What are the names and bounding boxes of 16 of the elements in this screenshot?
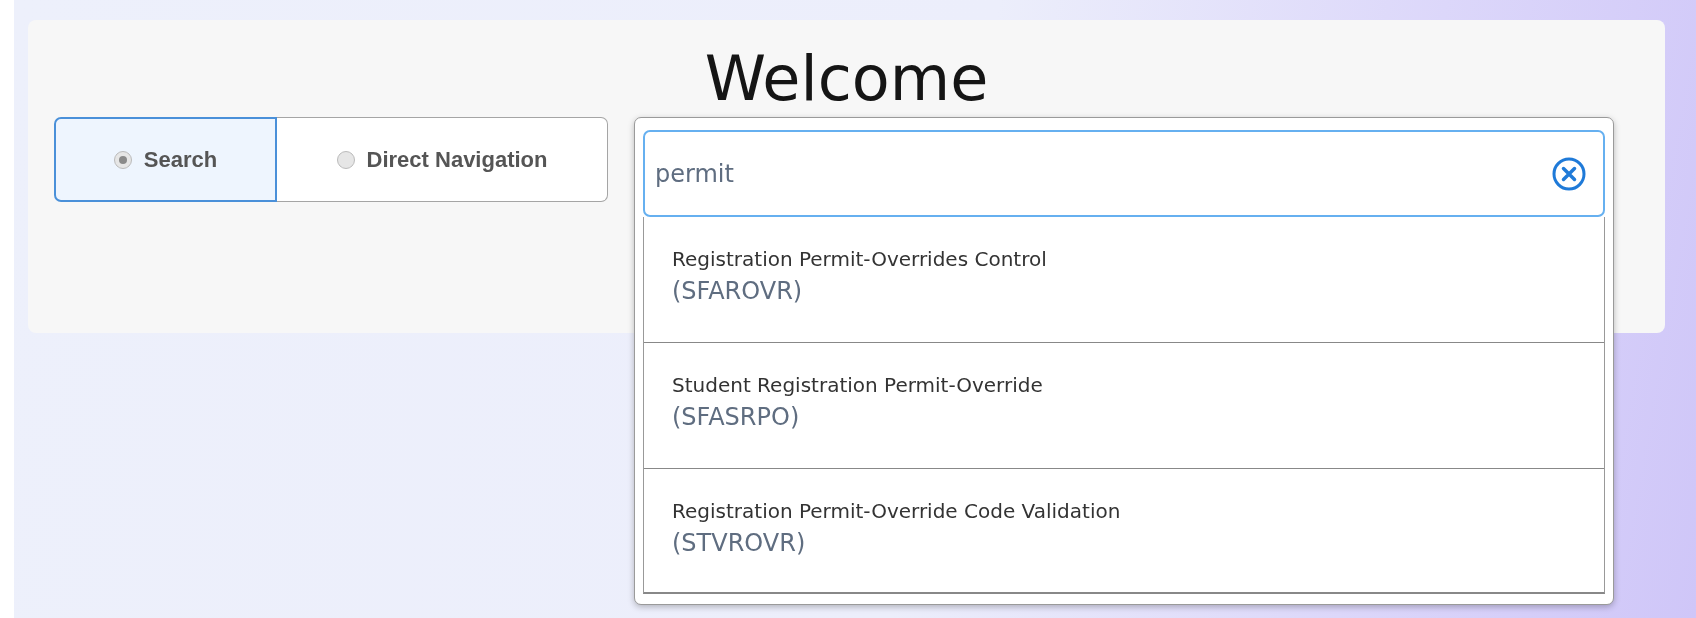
welcome-title: Welcome — [704, 42, 989, 115]
result-name: Registration Permit-Overrides Control — [672, 247, 1047, 271]
result-code: (STVROVR) — [672, 529, 806, 557]
result-name: Student Registration Permit-Override — [672, 373, 1043, 397]
search-field[interactable]: permit — [643, 130, 1605, 217]
clear-icon[interactable] — [1551, 155, 1587, 192]
result-code: (SFASRPO) — [672, 403, 800, 431]
radio-icon — [336, 150, 355, 169]
result-code: (SFAROVR) — [672, 277, 803, 305]
radio-icon — [113, 150, 132, 169]
result-item[interactable]: Registration Permit-Overrides Control (SFAROVR) — [644, 217, 1604, 343]
mode-toggle[interactable]: Direct Navigation — [277, 117, 608, 202]
mode-toggle[interactable]: Search — [54, 117, 277, 202]
result-name: Registration Permit-Override Code Validation — [672, 499, 1121, 523]
result-item[interactable]: Registration Permit-Override Code Validation (STVROVR) — [644, 469, 1604, 592]
result-item[interactable]: Student Registration Permit-Override (SFASRPO) — [644, 343, 1604, 469]
